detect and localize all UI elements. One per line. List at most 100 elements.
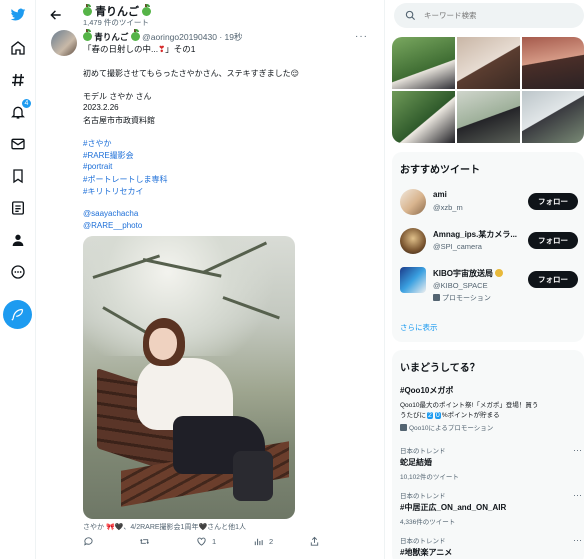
side-nav: 4	[0, 0, 36, 559]
more-options-icon[interactable]: ···	[573, 445, 582, 455]
hashtag-link[interactable]: #キリトリセカイ	[83, 186, 143, 197]
media-thumbnail[interactable]	[522, 91, 584, 143]
views-count: 2	[269, 537, 274, 546]
tweet-actions: 1 2	[83, 536, 373, 550]
account-handle: @xzb_m	[433, 203, 463, 212]
trend-count: 4,336件のツイート	[400, 519, 456, 526]
hashtag-link[interactable]: #portrait	[83, 162, 112, 171]
account-name-row[interactable]: KIBO宇宙放送局	[433, 268, 504, 279]
trend-promotion: Qoo10によるプロモーション	[400, 422, 582, 432]
views-chart-icon	[254, 538, 263, 546]
follow-button[interactable]: フォロー	[528, 232, 578, 249]
account-suggestion[interactable]: Amnag_ips.某カメラ... @SPI_camera フォロー	[400, 226, 580, 258]
twitter-logo-icon[interactable]	[9, 6, 27, 24]
account-handle: @KIBO_SPACE	[433, 281, 488, 290]
promoted-icon	[433, 294, 440, 301]
trend-item[interactable]: 日本のトレンド #中居正広_ON_and_ON_AIR 4,336件のツイート …	[400, 490, 582, 526]
account-name[interactable]: ami	[433, 190, 447, 199]
trends-title: いまどうしてる？	[400, 363, 480, 374]
media-thumbnail[interactable]	[392, 37, 455, 89]
show-more-link[interactable]: さらに表示	[400, 322, 438, 333]
retweet-icon	[140, 539, 149, 544]
tweet-text-line: 初めて撮影させてもらったさやかさん、ステキすぎました😌	[83, 69, 299, 78]
media-thumbnail[interactable]	[457, 37, 520, 89]
follow-button[interactable]: フォロー	[528, 193, 578, 210]
media-grid	[392, 37, 584, 143]
mention-link[interactable]: @saayachacha	[83, 209, 138, 218]
more-circle-icon[interactable]	[9, 263, 27, 281]
bell-icon[interactable]: 4	[9, 98, 32, 121]
search-icon	[405, 10, 416, 21]
more-options-icon[interactable]: ···	[573, 490, 582, 500]
notification-badge: 4	[21, 98, 32, 109]
trend-category: 日本のトレンド	[400, 493, 446, 500]
tweet-title-end: 」その1	[165, 44, 196, 54]
trend-description: Qoo10最大のポイント祭!「メガポ」登場！買う うたびに 2 0 %ポイントが貯まる	[400, 402, 539, 419]
author-name[interactable]: 青りんご	[94, 32, 128, 42]
account-suggestion[interactable]: ami @xzb_m フォロー	[400, 187, 580, 219]
separator: ·	[219, 32, 223, 42]
retweet-button[interactable]	[139, 536, 155, 547]
account-handle: @SPI_camera	[433, 242, 482, 251]
like-count: 1	[212, 537, 217, 546]
avatar[interactable]	[400, 228, 426, 254]
person-icon[interactable]	[9, 231, 27, 249]
share-button[interactable]	[309, 536, 325, 547]
avatar[interactable]	[51, 30, 77, 56]
tweet-text-line: モデル さやか さん	[83, 92, 152, 101]
hashtag-link[interactable]: #さやか	[83, 138, 111, 149]
compose-tweet-button[interactable]	[3, 300, 32, 329]
author-handle[interactable]: @aoringo20190430	[142, 32, 217, 42]
tweet-text-line: 2023.2.26	[83, 103, 119, 112]
recommended-tweets-card: おすすめツイート ami @xzb_m フォロー Amnag_ips.某カメラ.…	[392, 152, 584, 342]
mention-link[interactable]: @RARE__photo	[83, 221, 142, 230]
account-suggestion[interactable]: KIBO宇宙放送局 @KIBO_SPACE プロモーション フォロー	[400, 265, 580, 309]
account-name[interactable]: Amnag_ips.某カメラ...	[433, 229, 517, 240]
like-button[interactable]: 1	[196, 536, 216, 547]
trend-item[interactable]: 日本のトレンド #地獣楽アニメ ···	[400, 535, 582, 558]
views-button[interactable]: 2	[253, 536, 273, 547]
follow-button[interactable]: フォロー	[528, 271, 578, 288]
hashtag-link[interactable]: #ポートレートしま専科	[83, 174, 167, 185]
tweet-author-line: 青りんご @aoringo20190430 · 19秒	[83, 29, 243, 43]
trend-item[interactable]: #Qoo10メガポ Qoo10最大のポイント祭!「メガポ」登場！買う うたびに 2 0…	[400, 383, 582, 432]
share-icon	[310, 536, 319, 546]
feather-icon	[11, 308, 24, 321]
hashtag-link[interactable]: #RARE撮影会	[83, 150, 134, 161]
replied-by-text[interactable]: さやか 🎀🖤、4/2RARE撮影会1周年🖤さんと他1人	[83, 522, 246, 532]
right-sidebar: おすすめツイート ami @xzb_m フォロー Amnag_ips.某カメラ.…	[386, 0, 586, 559]
media-thumbnail[interactable]	[522, 37, 584, 89]
verified-badge-icon	[495, 269, 504, 277]
tweet-first-line: 「春の日射しの中...❣」その1	[83, 43, 195, 55]
media-thumbnail[interactable]	[392, 91, 455, 143]
tweet-photo[interactable]	[83, 236, 295, 519]
reply-button[interactable]	[83, 536, 99, 547]
tweet-detail-column: 青りんご 1,479 件のツイート 青りんご @aoringo20190430 …	[37, 0, 385, 559]
list-icon[interactable]	[9, 199, 27, 217]
avatar[interactable]	[400, 189, 426, 215]
hashtag-icon[interactable]	[9, 71, 27, 89]
trend-category: 日本のトレンド	[400, 448, 446, 455]
account-name[interactable]: KIBO宇宙放送局	[433, 269, 493, 278]
bookmark-icon[interactable]	[9, 167, 27, 185]
trend-title: 蛇足結婚	[400, 458, 432, 467]
search-input[interactable]	[424, 9, 574, 22]
media-thumbnail[interactable]	[457, 91, 520, 143]
more-options-icon[interactable]: ···	[355, 31, 368, 42]
search-box[interactable]	[394, 3, 584, 28]
tweet-time[interactable]: 19秒	[225, 32, 243, 42]
promoted-icon	[400, 424, 407, 431]
profile-header: 青りんご 1,479 件のツイート	[37, 0, 384, 30]
trend-title: #地獣楽アニメ	[400, 548, 453, 557]
home-icon[interactable]	[9, 39, 27, 57]
mail-icon[interactable]	[9, 135, 27, 153]
more-options-icon[interactable]: ···	[573, 535, 582, 545]
reply-icon	[84, 537, 93, 546]
back-arrow-icon[interactable]	[49, 8, 63, 22]
trend-item[interactable]: 日本のトレンド 蛇足結婚 10,102件のツイート ···	[400, 445, 582, 481]
trends-card: いまどうしてる？ #Qoo10メガポ Qoo10最大のポイント祭!「メガポ」登場…	[392, 350, 584, 559]
like-icon	[197, 537, 206, 546]
promotion-label: プロモーション	[433, 293, 491, 303]
avatar[interactable]	[400, 267, 426, 293]
recommended-title: おすすめツイート	[400, 165, 480, 176]
